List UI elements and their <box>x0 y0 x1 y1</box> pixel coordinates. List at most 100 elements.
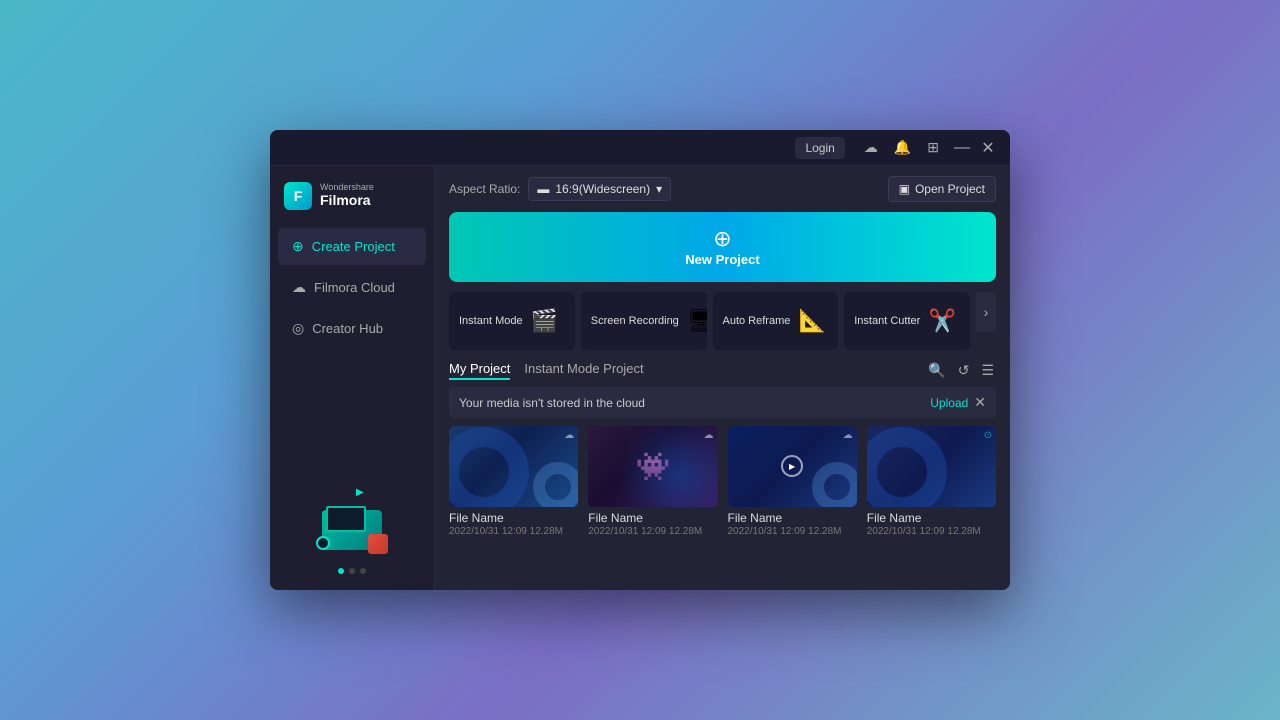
instant-mode-label: Instant Mode <box>459 315 523 327</box>
chevron-down-icon: ▾ <box>656 182 662 196</box>
mode-cards-next-button[interactable]: › <box>976 292 996 332</box>
cloud-banner-actions: Upload ✕ <box>930 394 986 411</box>
sidebar-illustration: ▶ <box>270 349 434 590</box>
file-item[interactable]: ⊙ File Name 2022/10/31 12:09 12.28M <box>867 426 996 537</box>
minimize-button[interactable]: — <box>950 136 974 160</box>
aspect-ratio-section: Aspect Ratio: ▬ 16:9(Widescreen) ▾ <box>449 177 671 201</box>
aspect-value: 16:9(Widescreen) <box>555 182 650 196</box>
sidebar: F Wondershare Filmora ⊕ Create Project ☁… <box>270 166 435 590</box>
sidebar-item-create-project[interactable]: ⊕ Create Project <box>278 228 426 265</box>
file-thumbnail: ⊙ <box>867 426 996 507</box>
layout-toggle-button[interactable]: ☰ <box>979 360 996 381</box>
cloud-banner: Your media isn't stored in the cloud Upl… <box>449 387 996 418</box>
file-thumbnail: ☁ <box>449 426 578 507</box>
projects-header: My Project Instant Mode Project 🔍 ↺ ☰ <box>449 360 996 381</box>
window-controls: — ✕ <box>950 136 1000 160</box>
file-item[interactable]: ▶ ☁ File Name 2022/10/31 12:09 12.28M <box>728 426 857 537</box>
brand-text: Wondershare Filmora <box>320 183 374 209</box>
new-project-banner[interactable]: ⊕ New Project <box>449 212 996 282</box>
sidebar-3d-illustration: ▶ <box>312 490 392 560</box>
instant-mode-icon: 🎬 <box>523 299 567 343</box>
aspect-icon: ▬ <box>537 182 549 196</box>
sidebar-item-label: Filmora Cloud <box>314 280 395 295</box>
illus-sphere <box>316 536 330 550</box>
aspect-ratio-select[interactable]: ▬ 16:9(Widescreen) ▾ <box>528 177 671 201</box>
auto-reframe-icon: 📐 <box>790 299 834 343</box>
screen-recording-label: Screen Recording <box>591 315 679 327</box>
brand-logo: F <box>284 182 312 210</box>
tab-my-project[interactable]: My Project <box>449 361 510 380</box>
download-icon: ⊙ <box>984 430 992 441</box>
file-name: File Name <box>449 511 578 527</box>
mode-card-auto-reframe[interactable]: Auto Reframe 📐 <box>713 292 839 350</box>
illus-play-icon: ▶ <box>356 487 364 498</box>
mode-card-instant-cutter[interactable]: Instant Cutter ✂️ <box>844 292 970 350</box>
title-bar: Login ☁ 🔔 ⊞ — ✕ <box>270 130 1010 166</box>
illus-cube <box>368 534 388 554</box>
new-project-label: New Project <box>685 252 759 267</box>
grid-icon[interactable]: ⊞ <box>922 137 944 158</box>
file-thumbnail: 👾 ☁ <box>588 426 717 507</box>
carousel-dots <box>338 568 366 574</box>
cloud-upload-icon: ☁ <box>564 430 574 441</box>
search-projects-button[interactable]: 🔍 <box>926 360 947 381</box>
close-banner-button[interactable]: ✕ <box>974 394 986 411</box>
play-circle: ▶ <box>728 426 857 507</box>
instant-cutter-icon: ✂️ <box>920 299 964 343</box>
cloud-banner-text: Your media isn't stored in the cloud <box>459 396 645 410</box>
file-meta: 2022/10/31 12:09 12.28M <box>728 526 857 537</box>
instant-cutter-label: Instant Cutter <box>854 315 920 327</box>
cloud-upload-icon: ☁ <box>704 430 714 441</box>
illus-screen: ▶ <box>326 506 366 532</box>
sidebar-item-creator-hub[interactable]: ◎ Creator Hub <box>278 310 426 347</box>
brand: F Wondershare Filmora <box>270 166 434 226</box>
new-project-plus-icon: ⊕ <box>713 228 731 250</box>
create-project-icon: ⊕ <box>292 238 304 255</box>
file-name: File Name <box>867 511 996 527</box>
content-area: Aspect Ratio: ▬ 16:9(Widescreen) ▾ ▣ Ope… <box>435 166 1010 590</box>
refresh-projects-button[interactable]: ↺ <box>956 360 972 381</box>
auto-reframe-label: Auto Reframe <box>723 315 791 327</box>
creator-hub-icon: ◎ <box>292 320 304 337</box>
content-toolbar: Aspect Ratio: ▬ 16:9(Widescreen) ▾ ▣ Ope… <box>435 166 1010 212</box>
mode-card-instant-mode[interactable]: Instant Mode 🎬 <box>449 292 575 350</box>
file-meta: 2022/10/31 12:09 12.28M <box>867 526 996 537</box>
cloud-upload-icon: ☁ <box>843 430 853 441</box>
open-project-label: Open Project <box>915 182 985 196</box>
mode-cards: Instant Mode 🎬 Screen Recording 🖥 Auto R… <box>435 292 1010 350</box>
close-button[interactable]: ✕ <box>976 136 1000 160</box>
file-thumbnail: ▶ ☁ <box>728 426 857 507</box>
projects-actions: 🔍 ↺ ☰ <box>926 360 996 381</box>
tab-instant-mode-project[interactable]: Instant Mode Project <box>524 361 643 380</box>
dot-1[interactable] <box>338 568 344 574</box>
brand-name: Filmora <box>320 192 374 209</box>
dot-3[interactable] <box>360 568 366 574</box>
open-project-button[interactable]: ▣ Open Project <box>888 176 996 202</box>
projects-section: My Project Instant Mode Project 🔍 ↺ ☰ Yo… <box>435 360 1010 590</box>
file-item[interactable]: ☁ File Name 2022/10/31 12:09 12.28M <box>449 426 578 537</box>
open-project-icon: ▣ <box>899 182 910 196</box>
screen-recording-icon: 🖥 <box>679 299 707 343</box>
notification-icon[interactable]: 🔔 <box>889 137 916 158</box>
sidebar-item-label: Create Project <box>312 239 395 254</box>
mode-card-screen-recording[interactable]: Screen Recording 🖥 <box>581 292 707 350</box>
file-item[interactable]: 👾 ☁ File Name 2022/10/31 12:09 12.28M <box>588 426 717 537</box>
file-name: File Name <box>728 511 857 527</box>
file-meta: 2022/10/31 12:09 12.28M <box>449 526 578 537</box>
sidebar-item-filmora-cloud[interactable]: ☁ Filmora Cloud <box>278 269 426 306</box>
projects-tabs: My Project Instant Mode Project <box>449 361 644 380</box>
cloud-icon[interactable]: ☁ <box>859 137 883 158</box>
aspect-label: Aspect Ratio: <box>449 182 520 196</box>
main-layout: F Wondershare Filmora ⊕ Create Project ☁… <box>270 166 1010 590</box>
file-meta: 2022/10/31 12:09 12.28M <box>588 526 717 537</box>
app-window: Login ☁ 🔔 ⊞ — ✕ F Wondershare Filmora ⊕ … <box>270 130 1010 590</box>
login-button[interactable]: Login <box>795 137 844 159</box>
brand-name-top: Wondershare <box>320 183 374 192</box>
dot-2[interactable] <box>349 568 355 574</box>
sidebar-item-label: Creator Hub <box>312 321 383 336</box>
upload-button[interactable]: Upload <box>930 396 968 410</box>
file-name: File Name <box>588 511 717 527</box>
file-grid: ☁ File Name 2022/10/31 12:09 12.28M 👾 <box>449 426 996 537</box>
play-button-ring: ▶ <box>781 455 803 477</box>
cloud-nav-icon: ☁ <box>292 279 306 296</box>
